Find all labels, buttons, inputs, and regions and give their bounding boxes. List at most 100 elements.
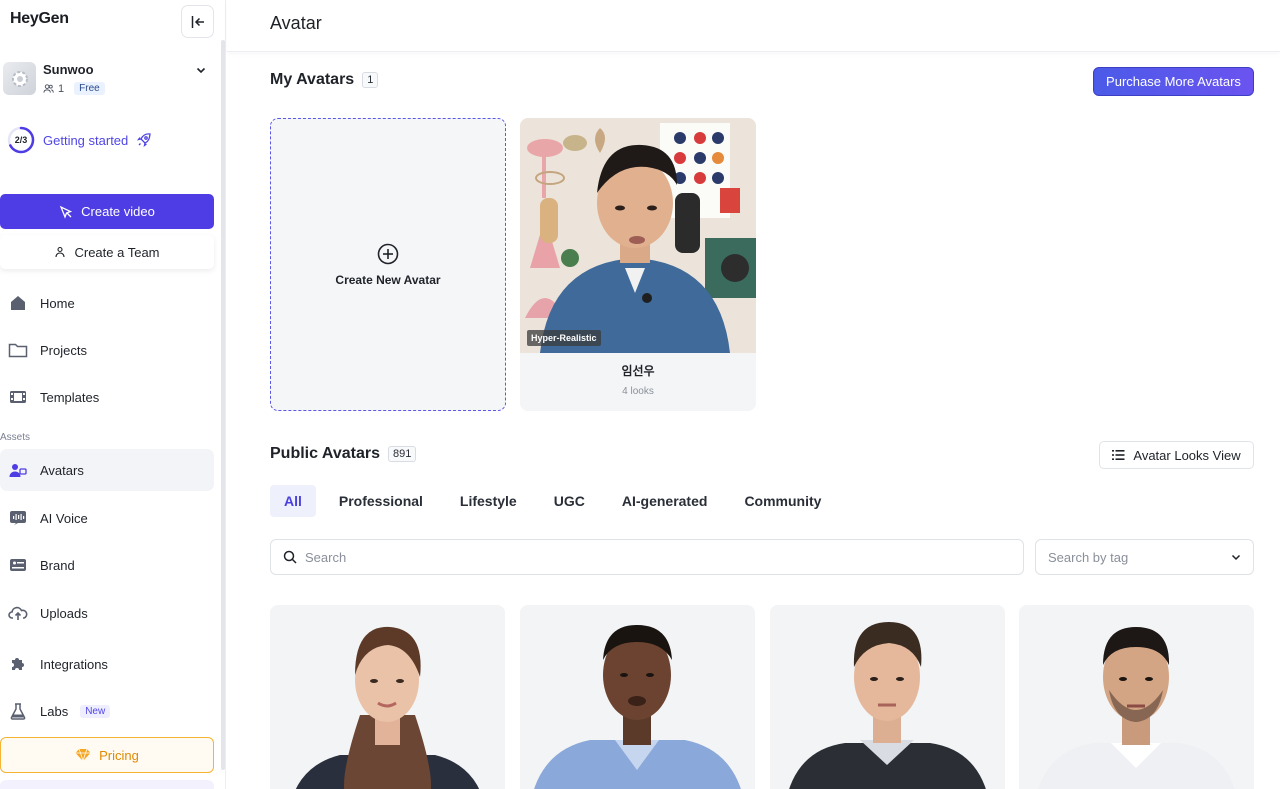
- voice-icon: [8, 508, 28, 528]
- plus-circle-icon: [377, 243, 399, 264]
- sidebar-item-label: Projects: [40, 342, 87, 358]
- search-container: [270, 539, 1024, 575]
- sidebar-item-label: Brand: [40, 557, 75, 573]
- getting-started-link[interactable]: 2/3 Getting started: [7, 126, 152, 154]
- search-input[interactable]: [305, 549, 985, 565]
- avatar-icon: [8, 460, 28, 480]
- sidebar-item-labs[interactable]: Labs New: [0, 690, 214, 732]
- avatar-looks-count: 4 looks: [622, 386, 654, 397]
- assets-section-label: Assets: [0, 432, 31, 443]
- top-bar: Avatar: [227, 0, 1280, 52]
- public-avatars-title: Public Avatars: [270, 445, 380, 462]
- hyper-realistic-tag: Hyper-Realistic: [527, 330, 601, 346]
- person-icon: [55, 246, 66, 258]
- progress-ring: 2/3: [7, 126, 35, 154]
- avatar-thumbnail: [1019, 605, 1254, 789]
- sidebar-item-brand[interactable]: Brand: [0, 544, 214, 586]
- account-meta: 1 Free: [43, 82, 105, 95]
- sidebar: HeyGen Sunwoo 1 Free 2/3 Getting started: [0, 0, 226, 789]
- folder-icon: [8, 340, 28, 360]
- sidebar-item-label: Uploads: [40, 605, 88, 621]
- member-count: 1: [58, 82, 65, 95]
- tag-select-placeholder: Search by tag: [1048, 549, 1129, 565]
- puzzle-icon: [8, 654, 28, 674]
- plan-badge: Free: [74, 82, 105, 95]
- public-avatar-card[interactable]: [770, 605, 1005, 789]
- cloud-upload-icon: [8, 603, 28, 623]
- sidebar-item-home[interactable]: Home: [0, 282, 214, 324]
- cursor-icon: [59, 205, 73, 219]
- account-name: Sunwoo: [43, 62, 94, 77]
- create-team-button[interactable]: Create a Team: [0, 235, 214, 269]
- tab-lifestyle[interactable]: Lifestyle: [446, 485, 531, 517]
- my-avatars-title: My Avatars: [270, 71, 355, 88]
- rocket-icon: [137, 133, 152, 148]
- purchase-more-avatars-button[interactable]: Purchase More Avatars: [1093, 67, 1254, 96]
- chevron-down-icon: [1231, 554, 1241, 561]
- my-avatars-count: 1: [362, 72, 379, 88]
- avatar-looks-view-label: Avatar Looks View: [1133, 447, 1241, 463]
- page-title: Avatar: [270, 13, 322, 33]
- sidebar-item-uploads[interactable]: Uploads: [0, 592, 214, 634]
- my-avatar-card[interactable]: Hyper-Realistic 임선우 4 looks: [520, 118, 756, 411]
- collapse-left-icon: [191, 15, 204, 28]
- tab-professional[interactable]: Professional: [325, 485, 437, 517]
- tab-ai-generated[interactable]: AI-generated: [608, 485, 722, 517]
- avatar-thumbnail: [520, 605, 755, 789]
- create-team-label: Create a Team: [74, 244, 160, 260]
- sidebar-item-projects[interactable]: Projects: [0, 329, 214, 371]
- avatar-category-tabs: All Professional Lifestyle UGC AI-genera…: [270, 485, 844, 517]
- gear-avatar-icon: [11, 70, 28, 87]
- public-avatar-card[interactable]: [1019, 605, 1254, 789]
- sidebar-item-integrations[interactable]: Integrations: [0, 643, 214, 685]
- members-icon: [43, 84, 54, 93]
- search-icon: [283, 550, 297, 564]
- sidebar-item-label: Templates: [40, 389, 100, 405]
- film-icon: [8, 387, 28, 407]
- diamond-icon: [75, 748, 91, 762]
- public-avatars-count: 891: [387, 446, 417, 462]
- main-content: Avatar My Avatars 1 Purchase More Avatar…: [227, 0, 1280, 789]
- sidebar-scrollbar[interactable]: [221, 40, 225, 770]
- tab-ugc[interactable]: UGC: [540, 485, 599, 517]
- avatar-looks-view-button[interactable]: Avatar Looks View: [1099, 441, 1254, 469]
- sidebar-item-label: Labs: [40, 703, 69, 719]
- chevron-down-icon: [196, 67, 206, 74]
- brand-icon: [8, 555, 28, 575]
- create-new-avatar-label: Create New Avatar: [335, 272, 441, 287]
- avatar-name: 임선우: [621, 364, 655, 378]
- avatar-thumbnail: [770, 605, 1005, 789]
- public-avatar-card[interactable]: [270, 605, 505, 789]
- create-new-avatar-card[interactable]: Create New Avatar: [270, 118, 506, 411]
- sidebar-item-label: AI Voice: [40, 510, 88, 526]
- new-badge: New: [80, 704, 111, 718]
- public-avatar-card[interactable]: [520, 605, 755, 789]
- my-avatars-header: My Avatars 1: [270, 71, 379, 89]
- account-switcher[interactable]: Sunwoo 1 Free: [3, 60, 215, 96]
- search-by-tag-select[interactable]: Search by tag: [1035, 539, 1254, 575]
- create-video-button[interactable]: Create video: [0, 194, 214, 229]
- flask-icon: [8, 701, 28, 721]
- upgrade-banner-peek[interactable]: [0, 780, 214, 789]
- pricing-button[interactable]: Pricing: [0, 737, 214, 773]
- collapse-sidebar-button[interactable]: [181, 5, 214, 38]
- tab-all[interactable]: All: [270, 485, 316, 517]
- public-avatars-header: Public Avatars 891: [270, 445, 417, 463]
- heygen-logo[interactable]: HeyGen: [10, 10, 69, 28]
- tab-community[interactable]: Community: [730, 485, 835, 517]
- list-icon: [1112, 450, 1125, 460]
- sidebar-item-label: Integrations: [40, 656, 108, 672]
- account-avatar: [3, 62, 36, 95]
- create-video-label: Create video: [81, 204, 155, 219]
- sidebar-item-label: Home: [40, 295, 75, 311]
- getting-started-label: Getting started: [43, 132, 129, 148]
- sidebar-item-label: Avatars: [40, 462, 84, 478]
- sidebar-item-templates[interactable]: Templates: [0, 376, 214, 418]
- avatar-thumbnail: [270, 605, 505, 789]
- sidebar-item-avatars[interactable]: Avatars: [0, 449, 214, 491]
- progress-text: 2/3: [14, 135, 28, 145]
- pricing-label: Pricing: [99, 747, 139, 763]
- home-icon: [8, 293, 28, 313]
- avatar-thumbnail: [520, 118, 756, 353]
- sidebar-item-ai-voice[interactable]: AI Voice: [0, 497, 214, 539]
